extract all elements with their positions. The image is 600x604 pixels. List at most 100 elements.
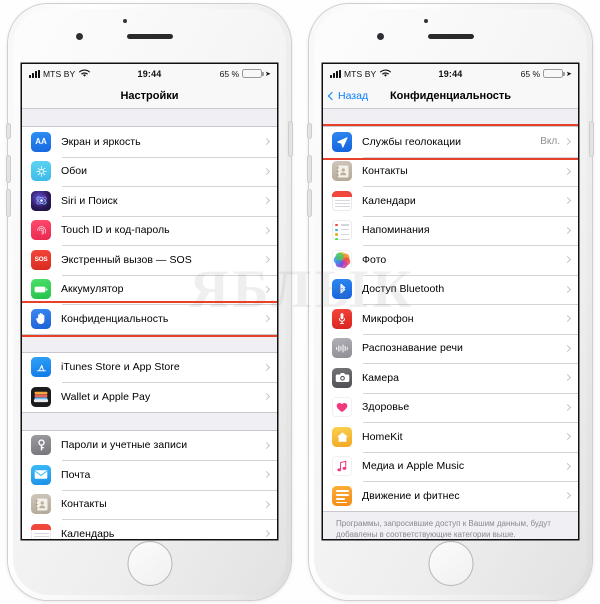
calendar-grid-lines [33,532,49,539]
power-button[interactable] [289,122,292,156]
waveform-glyph [332,338,352,358]
battery-icon [242,68,264,79]
mute-switch[interactable] [7,124,10,138]
list-item-label: Доступ Bluetooth [362,283,445,296]
list-group: Службы геолокации Вкл. Контакты Календари На… [323,126,578,512]
status-bar-left: MTS BY 19:44 65 % ➤ [22,64,277,83]
list-item-accessory [262,167,277,175]
list-item-label: Службы геолокации [362,135,462,148]
list-top-gap [323,109,578,126]
list-item[interactable]: Камера [323,363,578,393]
list-item[interactable]: Почта [22,460,277,490]
wallpaper-glyph [31,161,51,181]
list-group: Пароли и учетные записи Почта Контакты Кале… [22,429,277,539]
microphone-glyph [332,309,352,329]
list-item[interactable]: Пароли и учетные записи [22,430,277,460]
list-item[interactable]: Распознавание речи [323,333,578,363]
list-item[interactable]: Микрофон [323,304,578,334]
list-item[interactable]: Календарь [22,519,277,539]
wallet-cards-glyph [31,387,51,407]
list-item-label: Обои [61,165,88,178]
list-item[interactable]: HomeKit [323,422,578,452]
list-item-label: Экран и яркость [61,135,141,148]
list-item[interactable]: Wallet и Apple Pay [22,382,277,412]
motion-lines [335,490,349,506]
power-button[interactable] [590,122,593,156]
list-item-label: Wallet и Apple Pay [61,390,151,403]
privacy-hand-icon [31,308,51,329]
list-item[interactable]: iTunes Store и App Store [22,352,277,382]
back-button[interactable]: Назад [327,89,369,102]
list-item[interactable]: AA Экран и яркость [22,127,277,157]
list-item-accessory [563,462,578,470]
list-item[interactable]: Службы геолокации Вкл. [323,127,578,157]
chevron-right-icon [262,471,271,479]
status-bar-right: MTS BY 19:44 65 % ➤ [323,64,578,83]
list-item[interactable]: Конфиденциальность [22,304,277,334]
calendar-header-band [332,190,352,197]
list-item[interactable]: SOS Экстренный вызов — SOS [22,245,277,275]
contacts-book-glyph [31,494,51,514]
list-item-accessory [563,492,578,500]
list-item[interactable]: Медиа и Apple Music [323,451,578,481]
earpiece-speaker [126,34,173,39]
chevron-right-icon [563,167,572,175]
group-separator [22,412,277,430]
list-item-accessory [262,530,277,538]
list-item-accessory [563,226,578,234]
list-item-accessory [262,197,277,205]
volume-up-button[interactable] [308,156,311,182]
list-item[interactable]: Аккумулятор [22,274,277,304]
battery-icon [31,279,51,300]
list-item-value: Вкл. [540,136,560,148]
privacy-list-right[interactable]: Службы геолокации Вкл. Контакты Календари На… [323,109,578,539]
list-item[interactable]: Обои [22,156,277,186]
health-heart-icon [332,397,352,418]
list-item-accessory [262,138,277,146]
list-item-accessory [563,256,578,264]
chevron-right-icon [563,256,572,264]
list-item[interactable]: Touch ID и код-пароль [22,215,277,245]
home-button[interactable] [428,541,473,586]
chevron-right-icon [563,197,572,205]
list-item-accessory [262,441,277,449]
volume-down-button[interactable] [308,190,311,216]
battery-icon [543,68,565,79]
photos-flower-glyph [332,250,352,270]
list-item[interactable]: Движение и фитнес [323,481,578,511]
front-camera-icon [376,33,384,40]
mute-switch[interactable] [308,124,311,138]
camera-icon [332,367,352,388]
nav-bar-right: Назад Конфиденциальность [323,83,578,109]
list-item-accessory [262,363,277,371]
list-item-label: Камера [362,371,399,384]
calendar-header-band [31,523,51,530]
list-item[interactable]: Доступ Bluetooth [323,274,578,304]
volume-down-button[interactable] [7,190,10,216]
list-item-accessory [262,226,277,234]
touch-id-icon [31,220,51,241]
heart-glyph [332,397,352,417]
screen-right: MTS BY 19:44 65 % ➤ Назад Конфиденциальн… [323,64,578,539]
list-item[interactable]: Siri и Поиск [22,186,277,216]
settings-list-left[interactable]: AA Экран и яркость Обои Siri и Поиск Touch I… [22,109,277,539]
front-camera-icon [75,33,83,40]
list-item[interactable]: Календари [323,186,578,216]
volume-up-button[interactable] [7,156,10,182]
list-item-accessory [262,393,277,401]
proximity-sensor-icon [423,19,428,23]
back-button-label: Назад [338,89,369,102]
chevron-right-icon [262,441,271,449]
list-item[interactable]: Напоминания [323,215,578,245]
home-button[interactable] [127,541,172,586]
list-item-label: Распознавание речи [362,342,463,355]
battery-glyph [31,279,51,299]
list-item-label: Здоровье [362,401,410,414]
list-item-label: Контакты [61,498,107,511]
list-item[interactable]: Фото [323,245,578,275]
bluetooth-glyph [332,279,352,299]
list-item-accessory [563,344,578,352]
list-item[interactable]: Контакты [22,489,277,519]
list-item[interactable]: Контакты [323,156,578,186]
list-item[interactable]: Здоровье [323,392,578,422]
